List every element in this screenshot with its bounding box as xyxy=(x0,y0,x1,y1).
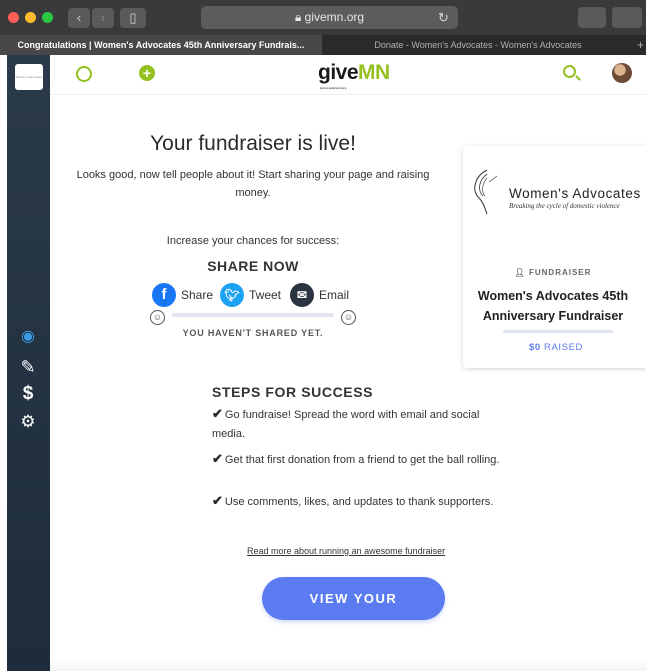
tab-strip: Congratulations | Women's Advocates 45th… xyxy=(0,35,646,55)
tab-congratulations[interactable]: Congratulations | Women's Advocates 45th… xyxy=(0,35,322,55)
share-toolbar-button[interactable] xyxy=(578,7,606,28)
twitter-share-button[interactable]: 🐦︎ Tweet xyxy=(220,283,281,307)
compass-icon[interactable] xyxy=(76,66,92,82)
back-button[interactable]: ‹ xyxy=(68,8,90,28)
neutral-face-icon: ☺ xyxy=(150,310,165,325)
facebook-icon: f xyxy=(152,283,176,307)
share-progress-bar xyxy=(172,313,334,317)
twitter-share-label: Tweet xyxy=(249,288,282,302)
url-text: givemn.org xyxy=(304,10,365,24)
page-footer-shade xyxy=(50,660,646,671)
avatar[interactable] xyxy=(612,63,632,83)
happy-face-icon: ☺ xyxy=(341,310,356,325)
step-item: ✔ Get that first donation from a friend t… xyxy=(212,451,500,466)
fundraiser-card[interactable]: Women's Advocates Breaking the cycle of … xyxy=(463,146,646,368)
browser-titlebar: ‹ › ▯ 🔒︎ givemn.org ↻ xyxy=(0,0,646,35)
site-header: + giveMN Ignite Generosity | Grow Giving xyxy=(50,55,646,95)
raised-progress-bar xyxy=(503,330,613,333)
checkmark-icon: ✔ xyxy=(212,451,223,466)
facebook-share-button[interactable]: f Share xyxy=(152,283,213,307)
raised-amount: $0 RAISED xyxy=(528,342,583,353)
logo-tagline: Ignite Generosity | Grow Giving xyxy=(320,86,347,90)
email-share-label: Email xyxy=(319,288,350,302)
checkmark-icon: ✔ xyxy=(212,406,223,421)
fundraiser-sidebar: Women's Advocates ◉ ✎ $ ⚙ xyxy=(7,55,50,671)
forward-button[interactable]: › xyxy=(92,8,114,28)
add-icon[interactable]: + xyxy=(139,65,155,81)
womens-advocates-logo: Women's Advocates Breaking the cycle of … xyxy=(467,162,646,222)
zoom-window-button[interactable] xyxy=(42,12,53,23)
steps-heading: STEPS FOR SUCCESS xyxy=(212,384,374,400)
address-bar[interactable]: 🔒︎ givemn.org xyxy=(201,6,458,29)
share-now-heading: SHARE NOW xyxy=(207,258,299,274)
eye-icon[interactable]: ◉ xyxy=(15,325,41,349)
increase-chances-text: Increase your chances for success: xyxy=(166,235,340,247)
show-tabs-button[interactable] xyxy=(612,7,642,28)
org-tagline: Breaking the cycle of domestic violence xyxy=(509,202,620,210)
dollar-icon[interactable]: $ xyxy=(15,382,41,406)
chevron-right-icon: › xyxy=(100,10,106,25)
facebook-share-label: Share xyxy=(181,288,214,302)
twitter-icon: 🐦︎ xyxy=(220,283,244,307)
reload-icon[interactable]: ↻ xyxy=(438,6,449,29)
new-tab-button[interactable]: + xyxy=(637,35,644,55)
page-title: Your fundraiser is live! xyxy=(150,132,356,155)
person-icon: 👤︎ xyxy=(514,268,526,277)
lock-icon: 🔒︎ xyxy=(294,10,302,24)
step-item: ✔ Go fundraise! Spread the word with emai… xyxy=(212,406,480,440)
read-more-link[interactable]: Read more about running an awesome fundr… xyxy=(247,546,445,556)
chevron-left-icon: ‹ xyxy=(76,10,82,25)
close-window-button[interactable] xyxy=(8,12,19,23)
view-fundraiser-button[interactable]: VIEW YOUR FUNDRAISER xyxy=(262,577,445,649)
givemn-logo[interactable]: giveMN Ignite Generosity | Grow Giving xyxy=(318,61,390,90)
search-icon[interactable] xyxy=(563,65,576,78)
page-subtitle: Looks good, now tell people about it! St… xyxy=(76,169,430,199)
fundraiser-title[interactable]: Women's Advocates 45th Anniversary Fundr… xyxy=(473,286,633,326)
org-logo-thumbnail[interactable]: Women's Advocates xyxy=(15,64,43,90)
pencil-icon[interactable]: ✎ xyxy=(15,355,41,379)
checkmark-icon: ✔ xyxy=(212,493,223,508)
tab-donate[interactable]: Donate - Women's Advocates - Women's Adv… xyxy=(323,35,633,55)
share-status-text: YOU HAVEN'T SHARED YET. xyxy=(182,328,324,338)
minimize-window-button[interactable] xyxy=(25,12,36,23)
email-share-button[interactable]: ✉ Email xyxy=(290,283,349,307)
org-name: Women's Advocates xyxy=(509,186,641,201)
step-item: ✔ Use comments, likes, and updates to tha… xyxy=(212,493,494,508)
sidebar-toggle-button[interactable]: ▯ xyxy=(120,8,146,28)
gears-icon[interactable]: ⚙ xyxy=(15,410,41,434)
sidebar-icon: ▯ xyxy=(129,10,137,25)
butterfly-icon xyxy=(474,169,498,215)
email-icon: ✉ xyxy=(290,283,314,307)
fundraiser-label: 👤︎ FUNDRAISER xyxy=(514,268,592,277)
